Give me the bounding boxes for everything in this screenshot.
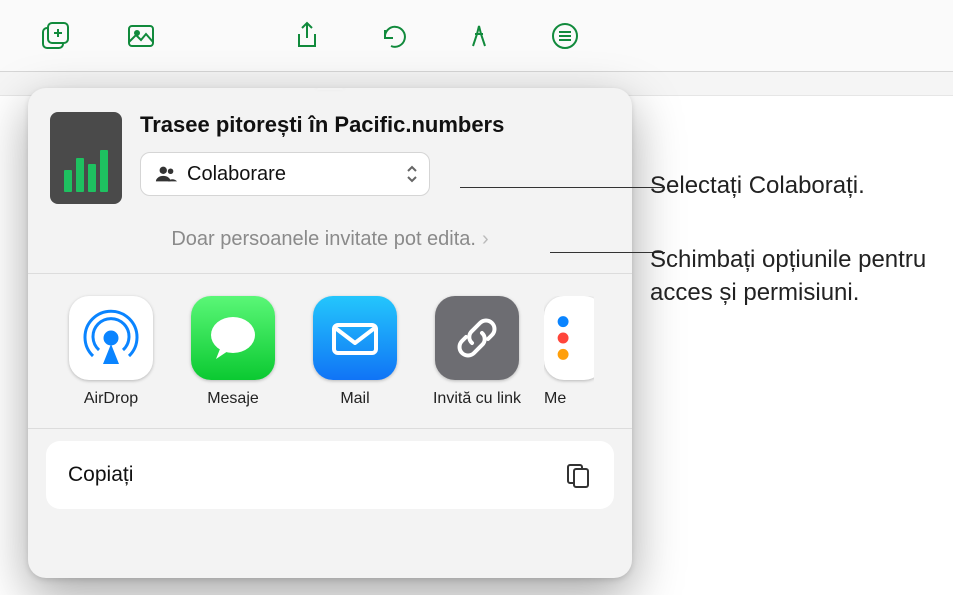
undo-button[interactable]	[350, 0, 436, 72]
toolbar	[0, 0, 953, 72]
document-options-button[interactable]	[522, 0, 608, 72]
share-button[interactable]	[264, 0, 350, 72]
app-label: Mesaje	[207, 390, 259, 408]
updown-chevron-icon	[405, 164, 419, 184]
share-apps-row: AirDrop Mesaje Mail	[28, 274, 632, 428]
share-app-mail[interactable]: Mail	[300, 296, 410, 408]
insert-button[interactable]	[12, 0, 98, 72]
app-label: Mail	[340, 390, 369, 408]
document-icon	[50, 112, 122, 204]
messages-icon	[191, 296, 275, 380]
link-icon	[435, 296, 519, 380]
callouts: Selectați Colaborați. Schimbați opțiunil…	[650, 170, 940, 351]
actions-list: Copiați	[46, 441, 614, 509]
permissions-link[interactable]: Doar persoanele invitate pot edita. ›	[28, 218, 632, 273]
chevron-right-icon: ›	[482, 228, 489, 251]
collaboration-mode-selector[interactable]: Colaborare	[140, 152, 430, 196]
copy-label: Copiați	[68, 463, 133, 487]
mail-icon	[313, 296, 397, 380]
copy-action[interactable]: Copiați	[46, 441, 614, 509]
share-popover: Trasee pitorești în Pacific.numbers Cola…	[28, 88, 632, 578]
airdrop-icon	[69, 296, 153, 380]
app-label: Invită cu link	[433, 390, 521, 408]
collaboration-mode-label: Colaborare	[187, 163, 395, 186]
callout-leader	[460, 187, 665, 188]
permissions-text: Doar persoanele invitate pot edita.	[171, 228, 476, 251]
app-label: AirDrop	[84, 390, 138, 408]
callout-leader	[550, 252, 665, 253]
app-label: Me	[544, 390, 566, 408]
media-button[interactable]	[98, 0, 184, 72]
share-app-airdrop[interactable]: AirDrop	[56, 296, 166, 408]
share-app-partial[interactable]: Me	[544, 296, 594, 408]
callout-change-permissions: Schimbați opțiunile pentru acces și perm…	[650, 244, 940, 309]
reminders-icon	[544, 296, 594, 380]
divider	[28, 428, 632, 429]
callout-select-collaborate: Selectați Colaborați.	[650, 170, 940, 202]
document-title: Trasee pitorești în Pacific.numbers	[140, 112, 610, 138]
people-icon	[155, 163, 177, 185]
share-app-invite-link[interactable]: Invită cu link	[422, 296, 532, 408]
format-button[interactable]	[436, 0, 522, 72]
share-app-messages[interactable]: Mesaje	[178, 296, 288, 408]
copy-icon	[564, 461, 592, 489]
